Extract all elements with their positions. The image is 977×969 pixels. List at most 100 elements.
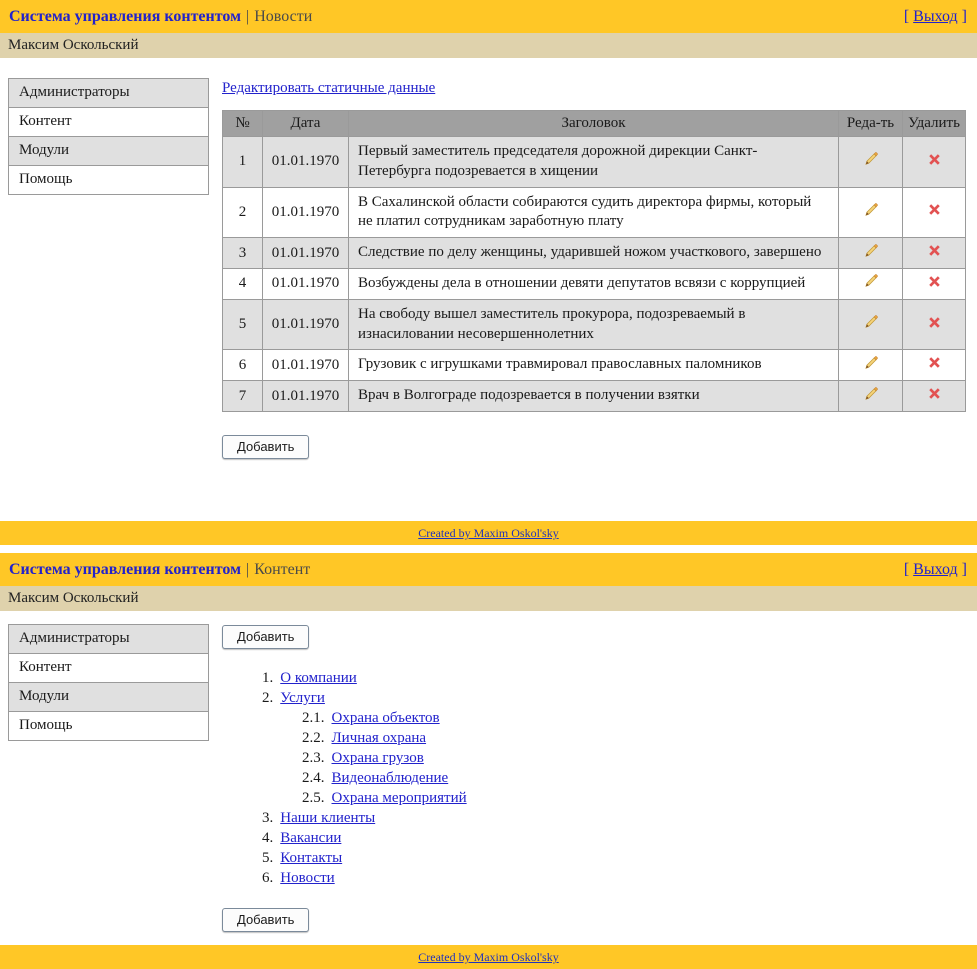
news-row-edit-cell	[839, 238, 903, 269]
edit-news-button[interactable]	[863, 202, 879, 218]
cross-icon	[927, 274, 942, 289]
logout-group: [ Выход ]	[904, 561, 967, 579]
cross-icon	[927, 386, 942, 401]
news-column-header: Дата	[263, 111, 349, 137]
edit-news-button[interactable]	[863, 355, 879, 371]
cms-screenshot: Система управления контентом | Новости […	[0, 0, 977, 969]
edit-news-button[interactable]	[863, 314, 879, 330]
cross-icon	[927, 202, 942, 217]
news-row-date: 01.01.1970	[263, 381, 349, 412]
content-menu-number: 4.	[262, 830, 273, 846]
news-row-delete-cell	[903, 238, 966, 269]
content-menu-link[interactable]: Личная охрана	[332, 730, 427, 746]
content-menu-number: 2.5.	[302, 790, 325, 806]
news-row-edit-cell	[839, 268, 903, 299]
delete-news-button[interactable]	[927, 315, 942, 330]
news-row-delete-cell	[903, 268, 966, 299]
add-page-button-bottom[interactable]: Добавить	[222, 908, 309, 932]
content-menu-number: 1.	[262, 670, 273, 686]
edit-news-button[interactable]	[863, 273, 879, 289]
content-menu-link[interactable]: Вакансии	[280, 830, 341, 846]
header-title-group: Система управления контентом | Новости	[9, 8, 312, 26]
content-menu-link[interactable]: Услуги	[280, 690, 325, 706]
content-menu-link[interactable]: Новости	[280, 870, 334, 886]
app-title: Система управления контентом	[9, 561, 241, 579]
news-row-number: 1	[223, 137, 263, 188]
pencil-icon	[863, 386, 879, 402]
add-news-button[interactable]: Добавить	[222, 435, 309, 459]
logout-link[interactable]: Выход	[913, 8, 958, 25]
content-page: Система управления контентом | Контент […	[0, 553, 977, 969]
add-page-button-top[interactable]: Добавить	[222, 625, 309, 649]
news-row-edit-cell	[839, 137, 903, 188]
news-row-title: В Сахалинской области собираются судить …	[349, 187, 839, 238]
content-menu-link[interactable]: Охрана грузов	[332, 750, 424, 766]
content-menu-item: 5. Контакты	[222, 848, 965, 868]
content-menu-link[interactable]: Охрана объектов	[332, 710, 440, 726]
news-row: 201.01.1970В Сахалинской области собираю…	[223, 187, 966, 238]
content-page-tree: 1. О компании 2. Услуги 2.1. Охрана объектов 2…	[222, 668, 965, 888]
news-column-header: №	[223, 111, 263, 137]
content-menu-item: 1. О компании	[222, 668, 965, 688]
credits-link[interactable]: Created by Maxim Oskol'sky	[418, 526, 558, 540]
pencil-icon	[863, 151, 879, 167]
content-menu-number: 5.	[262, 850, 273, 866]
delete-news-button[interactable]	[927, 274, 942, 289]
content-menu-item: 6.Новости	[222, 868, 965, 888]
sidebar-item[interactable]: Администраторы	[9, 79, 208, 108]
logout-group: [ Выход ]	[904, 8, 967, 26]
sidebar-item[interactable]: Контент	[9, 654, 208, 683]
credits-link[interactable]: Created by Maxim Oskol'sky	[418, 950, 558, 964]
delete-news-button[interactable]	[927, 152, 942, 167]
news-page: Система управления контентом | Новости […	[0, 0, 977, 545]
cross-icon	[927, 355, 942, 370]
content-menu-number: 2.1.	[302, 710, 325, 726]
content-menu-link[interactable]: Охрана мероприятий	[332, 790, 467, 806]
section-title-content: Контент	[254, 561, 310, 579]
current-user-bar: Максим Оскольский	[0, 33, 977, 58]
delete-news-button[interactable]	[927, 202, 942, 217]
news-row-title: Следствие по делу женщины, ударившей нож…	[349, 238, 839, 269]
sidebar-menu-news: АдминистраторыКонтентМодулиПомощь	[8, 78, 209, 195]
news-row-number: 5	[223, 299, 263, 350]
news-column-header: Удалить	[903, 111, 966, 137]
header-bar-content: Система управления контентом | Контент […	[0, 553, 977, 586]
news-row-date: 01.01.1970	[263, 350, 349, 381]
content-menu-number: 2.	[262, 690, 273, 706]
edit-static-data-link[interactable]: Редактировать статичные данные	[222, 80, 435, 97]
current-user-bar: Максим Оскольский	[0, 586, 977, 611]
edit-news-button[interactable]	[863, 386, 879, 402]
sidebar-item[interactable]: Модули	[9, 137, 208, 166]
news-column-header: Реда-ть	[839, 111, 903, 137]
logout-link[interactable]: Выход	[913, 561, 958, 578]
delete-news-button[interactable]	[927, 386, 942, 401]
content-menu-link[interactable]: О компании	[280, 670, 357, 686]
news-row-date: 01.01.1970	[263, 299, 349, 350]
section-title-news: Новости	[254, 8, 312, 26]
news-row-delete-cell	[903, 137, 966, 188]
edit-news-button[interactable]	[863, 151, 879, 167]
sidebar-item[interactable]: Модули	[9, 683, 208, 712]
edit-news-button[interactable]	[863, 243, 879, 259]
news-row: 601.01.1970Грузовик с игрушками травмиро…	[223, 350, 966, 381]
sidebar-item[interactable]: Администраторы	[9, 625, 208, 654]
sidebar-item[interactable]: Помощь	[9, 712, 208, 740]
content-menu-item: 4. Вакансии	[222, 828, 965, 848]
sidebar-item[interactable]: Контент	[9, 108, 208, 137]
content-menu-link[interactable]: Контакты	[280, 850, 342, 866]
title-separator: |	[246, 561, 249, 579]
news-row-title: На свободу вышел заместитель прокурора, …	[349, 299, 839, 350]
news-row: 501.01.1970На свободу вышел заместитель …	[223, 299, 966, 350]
news-row-delete-cell	[903, 350, 966, 381]
content-menu-item: 2. Услуги	[222, 688, 965, 708]
delete-news-button[interactable]	[927, 355, 942, 370]
sidebar-item[interactable]: Помощь	[9, 166, 208, 194]
content-menu-link[interactable]: Наши клиенты	[280, 810, 375, 826]
section-gap	[0, 545, 977, 553]
content-menu-link[interactable]: Видеонаблюдение	[332, 770, 449, 786]
news-row-edit-cell	[839, 350, 903, 381]
news-row-title: Врач в Волгограде подозревается в получе…	[349, 381, 839, 412]
news-row: 701.01.1970Врач в Волгограде подозревает…	[223, 381, 966, 412]
news-row-delete-cell	[903, 187, 966, 238]
delete-news-button[interactable]	[927, 243, 942, 258]
